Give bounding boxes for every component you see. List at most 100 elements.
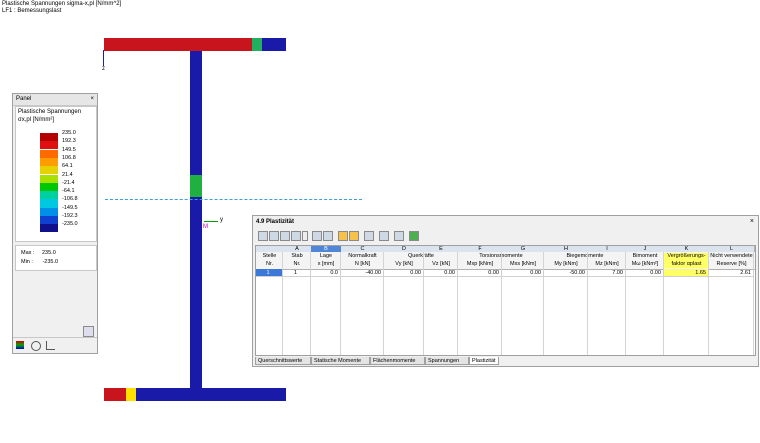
moment-label: M xyxy=(203,224,208,230)
column-letter[interactable]: J xyxy=(626,246,665,252)
tab-4[interactable]: Spannungen xyxy=(425,357,469,365)
column-letter[interactable]: D xyxy=(384,246,425,252)
legend-swatch xyxy=(40,207,58,216)
table-cell[interactable]: -50.00 xyxy=(544,269,588,277)
plasticity-table-window[interactable]: 4.9 Plastizität × Stelle Nr. 1 A Stab Nr. 1 B La… xyxy=(252,215,759,367)
legend-panel[interactable]: Panel × Plastische Spannungen σx,pl [N/m… xyxy=(12,93,98,354)
legend-value: 235.0 xyxy=(62,130,76,136)
column-subheader: faktor αplast xyxy=(664,260,709,268)
y-axis-arrow xyxy=(204,221,218,222)
column-subheader: Mxs [kNm] xyxy=(510,261,536,267)
graphic-icon[interactable] xyxy=(394,231,404,241)
legend-value: -192.3 xyxy=(62,213,78,219)
table-cell[interactable]: -40.00 xyxy=(341,269,384,277)
legend-value: 192.3 xyxy=(62,138,76,145)
table-cell[interactable]: 1.65 xyxy=(664,269,709,277)
column-header: Stelle xyxy=(262,253,277,259)
table-cell[interactable]: 0.0 xyxy=(311,269,341,277)
legend-value: -106.8 xyxy=(62,196,78,203)
legend-value: 149.5 xyxy=(62,146,76,153)
table-cell[interactable]: 1 xyxy=(283,269,311,277)
tab-2[interactable]: Statische Momente xyxy=(311,357,370,365)
results-table[interactable]: Stelle Nr. 1 A Stab Nr. 1 B Lage x [mm] 0.0 C Normal… xyxy=(255,245,756,356)
filter-icon[interactable] xyxy=(31,341,41,351)
filter-right-icon[interactable] xyxy=(349,231,359,241)
column-left-icon[interactable] xyxy=(312,231,322,241)
legend-swatch xyxy=(40,191,58,200)
table-cell[interactable]: 0.00 xyxy=(502,269,544,277)
pen-icon[interactable] xyxy=(46,341,55,350)
table-cell[interactable]: 1 xyxy=(256,269,283,277)
column-subheader: My [kNm] xyxy=(554,261,578,267)
bottom-flange xyxy=(104,388,286,401)
column-header xyxy=(424,253,458,260)
column-header: Nicht verwendete xyxy=(710,253,753,259)
column-subheader: N [kN] xyxy=(354,261,371,267)
pointer-icon[interactable] xyxy=(379,231,389,241)
table-cell[interactable]: 2.61 xyxy=(709,269,754,277)
column-letter[interactable]: H xyxy=(544,246,589,252)
column-letter[interactable]: A xyxy=(283,246,312,252)
panel-close-icon[interactable]: × xyxy=(90,94,94,105)
column-header: Normalkraft xyxy=(348,253,377,259)
column-subheader: Vy [kN] xyxy=(395,261,413,267)
legend-swatch xyxy=(40,133,58,142)
go-to-icon[interactable] xyxy=(409,231,419,241)
y-axis-label: y xyxy=(220,217,223,223)
legend-heading: Plastische Spannungen xyxy=(18,109,82,115)
column-letter[interactable] xyxy=(256,246,284,252)
min-max-box: Max : 235.0 Min : -235.0 xyxy=(15,245,97,271)
legend-value: -235.0 xyxy=(62,221,78,228)
column-subheader: Mz [kNm] xyxy=(595,261,619,267)
column-letter[interactable]: B xyxy=(311,246,342,252)
column-letter[interactable]: E xyxy=(424,246,459,252)
window-title: 4.9 Plastizität xyxy=(256,219,295,225)
column-subheader: Reserve [%] xyxy=(716,261,747,267)
column-subheader: x [mm] xyxy=(317,261,335,267)
column-right-icon[interactable] xyxy=(323,231,333,241)
view-icon[interactable] xyxy=(364,231,374,241)
web xyxy=(190,51,202,389)
table-icon[interactable] xyxy=(258,231,268,241)
legend-swatch xyxy=(40,199,58,208)
legend-swatch xyxy=(40,174,58,183)
table-cell[interactable]: 0.00 xyxy=(384,269,424,277)
load-case-label: LF1 : Bemessungslast xyxy=(2,8,62,14)
column-letter[interactable]: G xyxy=(502,246,545,252)
tab-3[interactable]: Flächenmomente xyxy=(370,357,425,365)
print-icon[interactable] xyxy=(291,231,301,241)
filter-left-icon[interactable] xyxy=(338,231,348,241)
tab-1[interactable]: Querschnittswerte xyxy=(255,357,311,365)
neutral-axis-line xyxy=(105,199,362,200)
column-header: Lage xyxy=(319,253,333,259)
color-scale-icon[interactable] xyxy=(16,341,24,349)
table-cell[interactable]: 7.00 xyxy=(588,269,626,277)
table-cell[interactable]: 0.00 xyxy=(424,269,458,277)
legend-value: -64.1 xyxy=(62,188,75,195)
legend-swatch xyxy=(40,224,58,233)
excel-export-icon[interactable] xyxy=(269,231,279,241)
column-subheader: Nr. xyxy=(265,261,274,267)
excel-import-icon[interactable] xyxy=(280,231,290,241)
max-value: 235.0 xyxy=(41,250,56,256)
legend-value: -21.4 xyxy=(62,179,75,186)
column-divider xyxy=(753,252,754,355)
column-header: Bimoment xyxy=(632,253,658,259)
column-letter[interactable]: I xyxy=(588,246,627,252)
column-letter[interactable]: C xyxy=(341,246,385,252)
min-value: -235.0 xyxy=(42,259,59,265)
close-icon[interactable]: × xyxy=(750,216,754,228)
settings-icon[interactable] xyxy=(83,326,94,337)
column-subheader: Mxp [kNm] xyxy=(466,261,494,267)
column-letter[interactable]: K xyxy=(664,246,710,252)
legend-unit: σx,pl [N/mm²] xyxy=(18,117,55,123)
column-header xyxy=(502,253,544,260)
table-cell[interactable]: 0.00 xyxy=(458,269,502,277)
panel-footer xyxy=(13,337,97,353)
tab-5[interactable]: Plastizität xyxy=(469,357,499,365)
column-letter[interactable]: L xyxy=(709,246,755,252)
table-cell[interactable]: 0.00 xyxy=(626,269,664,277)
separator-icon xyxy=(302,231,308,241)
legend-box: Plastische Spannungen σx,pl [N/mm²] 235.… xyxy=(15,106,97,242)
column-letter[interactable]: F xyxy=(458,246,503,252)
